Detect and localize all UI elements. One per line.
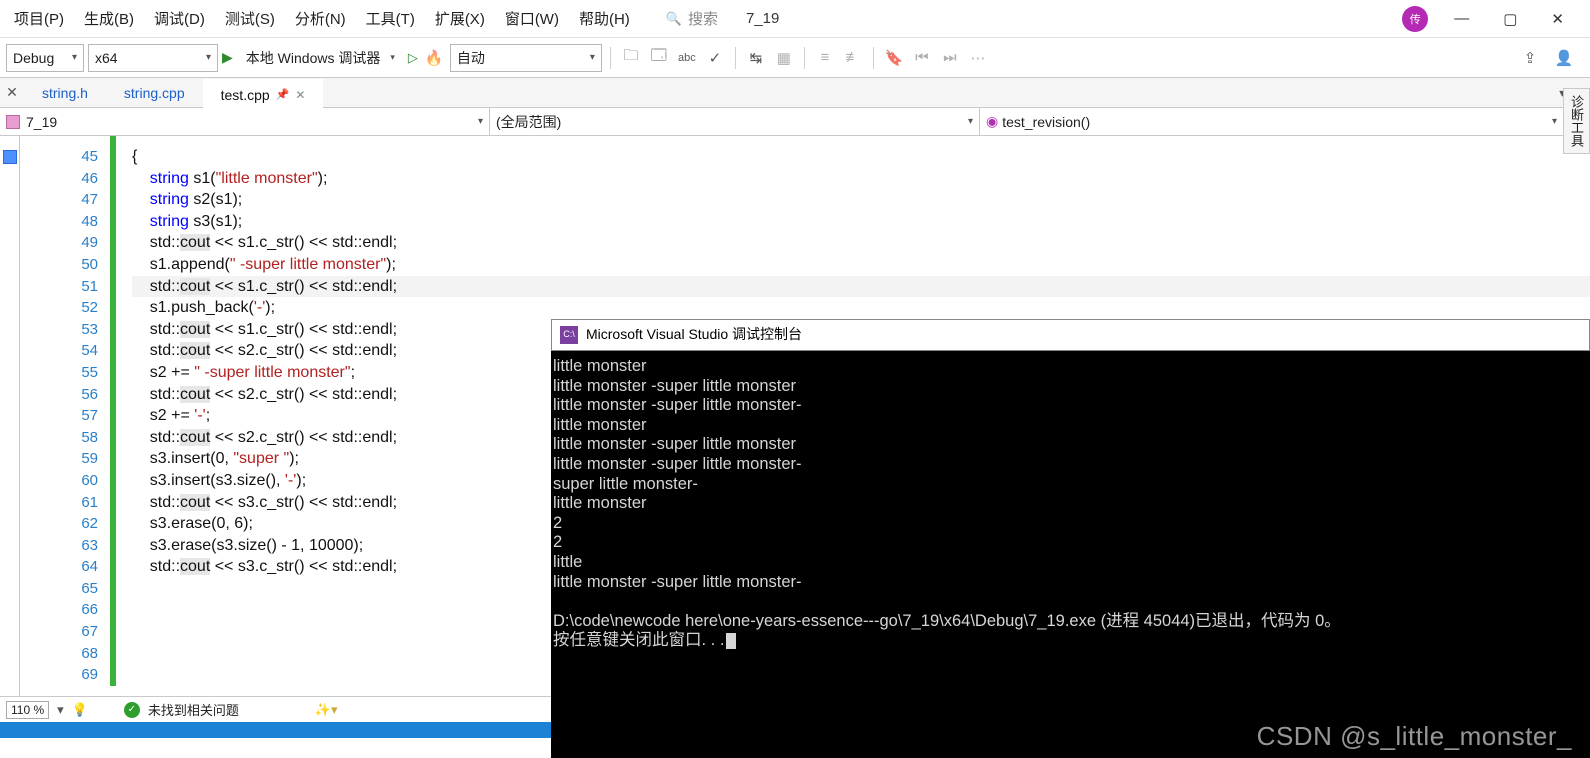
toolbar-icon-1[interactable]: 🗀 [619, 46, 643, 70]
search-box[interactable]: 搜索 [688, 8, 718, 29]
play-outline-icon[interactable]: ▷ [408, 50, 418, 66]
tab-test-cpp[interactable]: test.cpp 📌 ✕ [203, 79, 324, 108]
pin-icon[interactable]: 📌 [276, 88, 290, 101]
bookmark-icon[interactable]: 🔖 [882, 46, 906, 70]
menu-analyze[interactable]: 分析(N) [285, 4, 356, 33]
next-bookmark-icon: ⏭ [938, 46, 962, 70]
live-share-icon[interactable]: 👤 [1552, 46, 1576, 70]
prev-bookmark-icon: ⏮ [910, 46, 934, 70]
zoom-level[interactable]: 110 % [6, 701, 49, 719]
solution-name: 7_19 [746, 10, 779, 27]
debug-console-window: C:\ Microsoft Visual Studio 调试控制台 little… [551, 319, 1590, 758]
console-app-icon: C:\ [560, 326, 578, 344]
play-icon: ▶ [222, 49, 233, 66]
auto-dropdown[interactable]: 自动 [450, 44, 602, 72]
menu-project[interactable]: 项目(P) [4, 4, 74, 33]
toolbar-icon-3[interactable]: abc [675, 46, 699, 70]
nav-function-dropdown[interactable]: ◉test_revision() [980, 108, 1564, 135]
platform-dropdown[interactable]: x64 [88, 44, 218, 72]
nav-scope-dropdown[interactable]: (全局范围) [490, 108, 980, 135]
menu-test[interactable]: 测试(S) [215, 4, 285, 33]
issues-text: 未找到相关问题 [148, 700, 239, 719]
margin-marker[interactable] [3, 150, 17, 164]
nav-project-dropdown[interactable]: 7_19 [0, 108, 490, 135]
close-all-tabs[interactable]: ✕ [0, 78, 24, 107]
menu-debug[interactable]: 调试(D) [144, 4, 215, 33]
start-debug-button[interactable]: 本地 Windows 调试器 [237, 44, 404, 72]
close-button[interactable]: ✕ [1543, 8, 1572, 30]
console-title-bar[interactable]: C:\ Microsoft Visual Studio 调试控制台 [551, 319, 1590, 351]
menu-extensions[interactable]: 扩展(X) [425, 4, 495, 33]
toolbar-icon-5[interactable]: ↹ [744, 46, 768, 70]
comment-icon: ≡ [813, 46, 837, 70]
diagnostic-tools-tab[interactable]: 诊断工具 [1563, 88, 1590, 154]
menu-tools[interactable]: 工具(T) [356, 4, 425, 33]
hot-reload-icon[interactable]: 🔥 [422, 46, 446, 70]
menu-build[interactable]: 生成(B) [74, 4, 144, 33]
watermark: CSDN @s_little_monster_ [1257, 721, 1572, 752]
menu-bar: 项目(P) 生成(B) 调试(D) 测试(S) 分析(N) 工具(T) 扩展(X… [0, 0, 1590, 38]
maximize-button[interactable]: ▢ [1495, 8, 1525, 30]
share-icon[interactable]: ⇪ [1518, 46, 1542, 70]
tab-string-cpp[interactable]: string.cpp [106, 78, 203, 107]
avatar[interactable]: 传 [1402, 6, 1428, 32]
console-title-text: Microsoft Visual Studio 调试控制台 [586, 325, 802, 345]
toolbar: Debug x64 ▶ 本地 Windows 调试器 ▷ 🔥 自动 🗀 🗔 ab… [0, 38, 1590, 78]
console-output[interactable]: little monster little monster -super lit… [551, 351, 1590, 657]
toolbar-icon-4[interactable]: ✓ [703, 46, 727, 70]
document-tabs: ✕ string.h string.cpp test.cpp 📌 ✕ ▾ ⚙ [0, 78, 1590, 108]
navigation-bar: 7_19 (全局范围) ◉test_revision() ⫿ [0, 108, 1590, 136]
tab-string-h[interactable]: string.h [24, 78, 106, 107]
minimize-button[interactable]: — [1446, 8, 1477, 29]
ok-icon: ✓ [124, 702, 140, 718]
lightbulb-icon[interactable]: 💡 [72, 702, 88, 718]
toolbar-icon-2[interactable]: 🗔 [647, 46, 671, 70]
tab-close-icon[interactable]: ✕ [295, 88, 305, 102]
menu-window[interactable]: 窗口(W) [495, 4, 569, 33]
cleanup-icon[interactable]: ✨▾ [315, 702, 338, 718]
uncomment-icon: ≢ [841, 46, 865, 70]
menu-help[interactable]: 帮助(H) [569, 4, 640, 33]
search-icon[interactable]: 🔍 [666, 11, 682, 27]
config-dropdown[interactable]: Debug [6, 44, 84, 72]
toolbar-icon-6: ▦ [772, 46, 796, 70]
left-margin [0, 136, 20, 696]
line-numbers: 4546474849505152535455565758596061626364… [20, 136, 110, 696]
toolbar-icon-end: ⋯ [966, 46, 990, 70]
